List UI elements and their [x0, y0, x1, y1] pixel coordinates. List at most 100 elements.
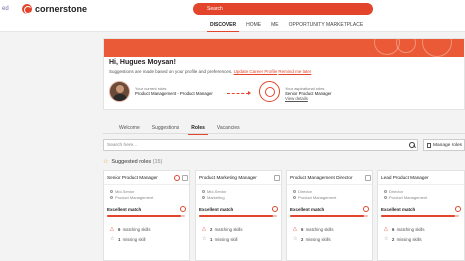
role-area: Product Management — [384, 195, 427, 200]
matching-skills[interactable]: △ 6 matching skills — [384, 227, 425, 232]
divider — [196, 184, 281, 185]
tab-vacancies[interactable]: Vacancies — [211, 122, 246, 134]
match-bar-fill — [199, 215, 274, 217]
search-icon[interactable] — [406, 140, 417, 150]
role-card[interactable]: Lead Product Manager Director Product Ma… — [377, 170, 465, 261]
check-icon — [272, 206, 278, 212]
suggested-roles-heading: ☆ Suggested roles (15) — [103, 158, 162, 167]
matching-skills[interactable]: △ 2 matching skills — [202, 227, 243, 232]
match-label: Excellent match — [107, 207, 142, 212]
area-icon — [110, 196, 113, 200]
bookmark-icon[interactable] — [365, 175, 371, 181]
level-icon — [202, 190, 205, 194]
tab-roles[interactable]: Roles — [185, 122, 211, 135]
career-hero-card: Hi, Hugues Moysan! Suggestions are made … — [103, 38, 465, 110]
role-card-title: Senior Product Manager — [107, 175, 158, 180]
manage-roles-button[interactable]: Manage roles — [423, 139, 465, 151]
area-icon — [202, 196, 205, 200]
match-label: Excellent match — [199, 207, 234, 212]
nav-home[interactable]: HOME — [241, 19, 266, 32]
nav-opportunity-marketplace[interactable]: OPPORTUNITY MARKETPLACE — [284, 19, 369, 32]
bookmark-icon[interactable] — [274, 175, 280, 181]
matching-skills[interactable]: △ 6 matching skills — [293, 227, 334, 232]
missing-skills-label: missing skill — [122, 237, 146, 242]
suggested-roles-count: (15) — [152, 159, 163, 165]
arrow-right-icon — [227, 91, 251, 95]
missing-skills-count: 2 — [392, 237, 395, 242]
missing-skills[interactable]: ☆ 1 missing skill — [202, 237, 238, 242]
check-icon — [455, 206, 461, 212]
tab-suggestions[interactable]: Suggestions — [146, 122, 186, 134]
area-icon — [384, 196, 387, 200]
roles-search-input[interactable]: Search here... — [103, 139, 418, 151]
missing-skills[interactable]: ☆ 2 missing skills — [293, 237, 331, 242]
missing-skills-label: missing skill — [214, 237, 238, 242]
role-level: Mid-Senior — [202, 189, 226, 194]
match-bar-fill — [107, 215, 182, 217]
role-area: Product Management — [293, 195, 336, 200]
matching-skills-count: 2 — [210, 227, 213, 232]
hero-subtitle-text: Suggestions are made based on your profi… — [109, 69, 233, 74]
check-icon — [180, 206, 186, 212]
avatar — [109, 81, 130, 102]
matching-skills-count: 6 — [392, 227, 395, 232]
match-bar — [381, 215, 459, 217]
missing-skills[interactable]: ☆ 1 missing skill — [110, 237, 146, 242]
match-label: Excellent match — [290, 207, 325, 212]
hero-banner — [104, 39, 464, 57]
role-card[interactable]: Senior Product Manager Mid-Senior Produc… — [103, 170, 190, 261]
global-search-input[interactable]: Search — [193, 3, 373, 15]
nav-me[interactable]: ME — [266, 19, 284, 32]
warning-triangle-icon: △ — [202, 226, 206, 233]
match-bar — [199, 215, 277, 217]
warning-triangle-icon: △ — [293, 226, 297, 233]
role-level-text: Director — [389, 189, 404, 194]
suggested-roles-title: Suggested roles — [111, 159, 152, 165]
hero-subtitle: Suggestions are made based on your profi… — [109, 69, 311, 74]
missing-skills-label: missing skills — [396, 237, 422, 242]
star-icon: ☆ — [110, 236, 115, 243]
tab-welcome[interactable]: Welcome — [113, 122, 146, 134]
role-area-text: Product Management — [115, 195, 154, 200]
nav-discover[interactable]: DISCOVER — [205, 19, 241, 32]
bookmark-icon[interactable] — [182, 175, 188, 181]
role-level-text: Director — [298, 189, 313, 194]
match-bar — [107, 215, 185, 217]
role-card[interactable]: Product Management Director Director Pro… — [286, 170, 373, 261]
main-nav: DISCOVER HOME ME OPPORTUNITY MARKETPLACE — [205, 19, 368, 32]
star-icon: ☆ — [202, 236, 207, 243]
role-level: Mid-Senior — [110, 189, 134, 194]
update-career-profile-link[interactable]: Update Career Profile — [234, 69, 278, 74]
area-icon — [293, 196, 296, 200]
match-bar-fill — [290, 215, 365, 217]
divider — [378, 184, 464, 185]
divider — [104, 184, 189, 185]
remind-later-link[interactable]: Remind me later — [278, 69, 311, 74]
warning-triangle-icon: △ — [110, 226, 114, 233]
role-card-title: Product Management Director — [290, 175, 353, 180]
role-card[interactable]: Product Marketing Manager Mid-Senior Mar… — [195, 170, 282, 261]
level-icon — [293, 190, 296, 194]
matching-skills-count: 6 — [118, 227, 121, 232]
greeting-title: Hi, Hugues Moysan! — [109, 59, 176, 66]
matching-skills-count: 6 — [301, 227, 304, 232]
role-card-title: Product Marketing Manager — [199, 175, 257, 180]
missing-skills-count: 1 — [118, 237, 121, 242]
star-icon: ☆ — [293, 236, 298, 243]
view-details-link[interactable]: View details — [285, 96, 308, 101]
top-bar: ed cornerstone Search DISCOVER HOME ME O… — [0, 0, 465, 32]
role-area-text: Product Management — [298, 195, 337, 200]
role-area: Product Management — [110, 195, 153, 200]
matching-skills-label: matching skills — [305, 227, 334, 232]
matching-skills[interactable]: △ 6 matching skills — [110, 227, 151, 232]
career-tabs: Welcome Suggestions Roles Vacancies — [103, 122, 465, 135]
level-icon — [384, 190, 387, 194]
cornerstone-logo-text[interactable]: cornerstone — [35, 4, 87, 14]
cornerstone-logo-icon — [22, 4, 32, 14]
match-bar — [290, 215, 368, 217]
role-level: Director — [384, 189, 403, 194]
missing-skills[interactable]: ☆ 2 missing skills — [384, 237, 422, 242]
matching-skills-label: matching skills — [396, 227, 425, 232]
target-icon — [174, 175, 180, 181]
match-bar-fill — [381, 215, 456, 217]
